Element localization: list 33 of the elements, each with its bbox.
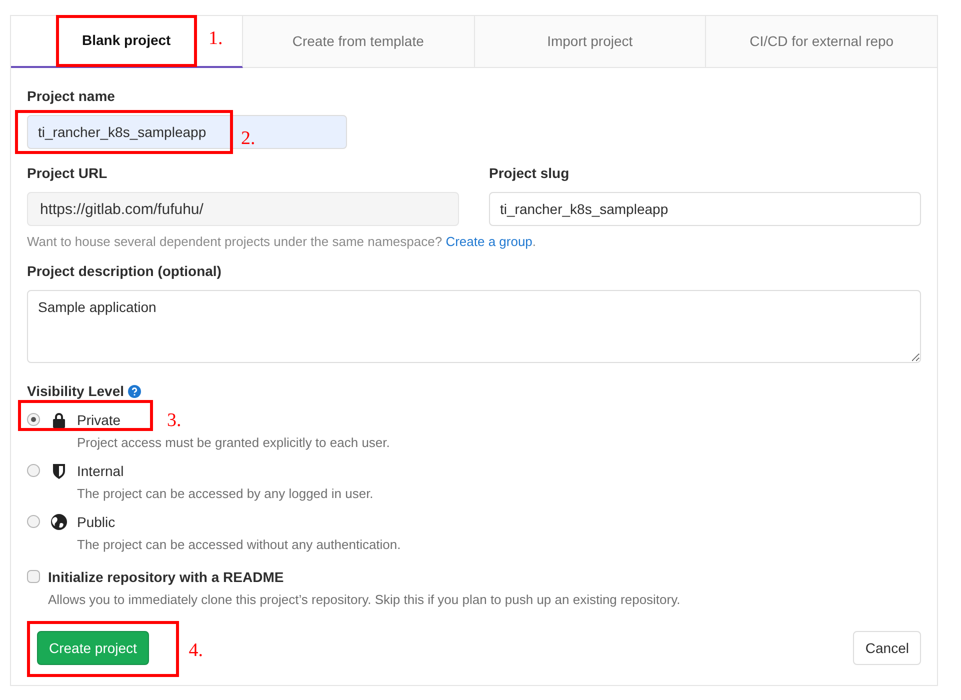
field-label: Project name	[27, 87, 116, 106]
option-label: Public	[77, 512, 116, 532]
annotation-number: 1.	[208, 29, 223, 48]
option-label: Internal	[77, 462, 124, 480]
checkbox-description: Allows you to immediately clone this project’s repository. Skip this if you plan to push up an existing repository.	[48, 590, 680, 609]
cancel-button[interactable]: Cancel	[853, 631, 921, 665]
field-label: Project URL	[27, 164, 108, 183]
help-icon[interactable]	[128, 384, 142, 398]
shield-icon	[52, 463, 66, 479]
option-description: Project access must be granted explicitly to each user.	[77, 434, 390, 450]
annotation-number: 4.	[188, 641, 203, 660]
checkbox[interactable]	[27, 570, 40, 582]
radio-button[interactable]	[27, 464, 40, 476]
option-description: The project can be accessed by any logged in user.	[77, 484, 374, 502]
help-text: Want to house several dependent projects under the same namespace? Create a group.	[27, 233, 538, 251]
radio-button[interactable]	[27, 412, 40, 426]
radio-button[interactable]	[27, 514, 40, 528]
globe-icon	[51, 514, 67, 530]
option-label: Private	[77, 410, 121, 430]
field-label: Visibility Level	[27, 382, 124, 401]
tab[interactable]: Blank project	[82, 30, 171, 51]
annotation-number: 3.	[167, 410, 182, 430]
create-group-link[interactable]: Create a group	[446, 234, 532, 249]
lock-icon	[52, 412, 66, 428]
field-label: Project slug	[489, 164, 570, 183]
option-description: The project can be accessed without any authentication.	[77, 536, 401, 552]
description-field[interactable]: Sample application	[27, 290, 921, 362]
annotation-number: 2.	[241, 129, 256, 148]
checkbox-label: Initialize repository with a README	[48, 568, 285, 587]
field-label: Project description (optional)	[27, 262, 222, 281]
input-field[interactable]: ti_rancher_k8s_sampleapp	[489, 192, 921, 226]
tab[interactable]: Import project	[547, 31, 633, 52]
input-field[interactable]: https://gitlab.com/fufuhu/	[27, 192, 459, 226]
